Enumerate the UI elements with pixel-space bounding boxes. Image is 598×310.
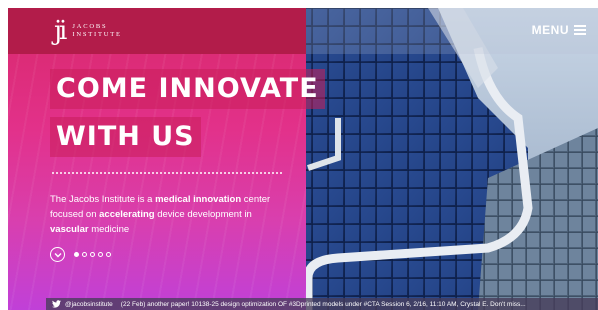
chevron-down-icon: [54, 252, 61, 257]
scroll-down-button[interactable]: [50, 247, 65, 262]
logo-line-2: INSTITUTE: [72, 31, 122, 38]
header-bar: [8, 8, 306, 54]
desc-text-4: medicine: [88, 224, 130, 235]
menu-button[interactable]: MENU: [532, 23, 586, 37]
logo-mark: ji: [54, 16, 68, 46]
twitter-ticker: @jacobsinstitute (22 Feb) another paper!…: [46, 298, 598, 310]
twitter-handle-link[interactable]: @jacobsinstitute: [46, 300, 121, 308]
slider-pagination: [74, 252, 111, 257]
latest-tweet[interactable]: (22 Feb) another paper! 10138-25 design …: [121, 301, 526, 308]
headline-line-1: COME INNOVATE: [50, 69, 325, 109]
slider-dot[interactable]: [98, 252, 103, 257]
headline-line-2: WITH US: [50, 117, 201, 157]
slider-dot[interactable]: [90, 252, 95, 257]
twitter-handle: @jacobsinstitute: [65, 300, 113, 308]
site-logo[interactable]: ji JACOBS INSTITUTE: [54, 14, 136, 48]
slider-dot[interactable]: [74, 252, 79, 257]
twitter-icon: [52, 300, 61, 308]
slider-dot[interactable]: [106, 252, 111, 257]
hamburger-icon: [574, 25, 586, 35]
desc-bold-1: medical innovation: [155, 194, 242, 205]
logo-text: JACOBS INSTITUTE: [72, 23, 136, 39]
menu-label: MENU: [531, 23, 569, 37]
hero-frame: ji JACOBS INSTITUTE MENU COME INNOVATE W…: [8, 8, 598, 310]
desc-bold-3: vascular: [50, 224, 89, 235]
dotted-divider: [52, 172, 282, 174]
desc-text-3: device development in: [154, 209, 252, 220]
desc-bold-2: accelerating: [99, 209, 155, 220]
logo-line-1: JACOBS: [72, 23, 108, 30]
desc-text-1: The Jacobs Institute is a: [50, 194, 156, 205]
slider-dot[interactable]: [82, 252, 87, 257]
hero-description: The Jacobs Institute is a medical innova…: [50, 192, 280, 237]
